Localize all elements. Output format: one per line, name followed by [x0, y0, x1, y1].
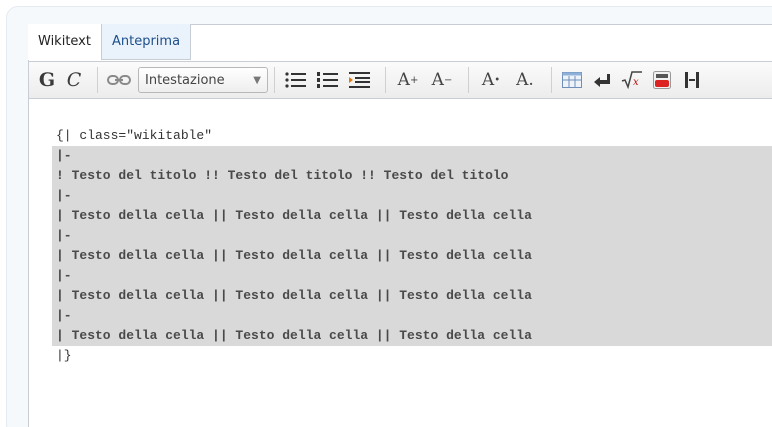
code-line-text: {| class="wikitable" — [56, 128, 213, 143]
numbered-list-icon — [317, 72, 338, 88]
subscript-button[interactable]: A. — [511, 66, 539, 94]
toolbar-divider — [274, 67, 275, 93]
bulleted-list-icon — [285, 72, 306, 88]
indent-icon — [349, 72, 370, 88]
numbered-list-button[interactable] — [315, 66, 341, 94]
table-icon — [562, 72, 582, 88]
column-icon — [685, 72, 699, 88]
newline-icon — [594, 74, 610, 87]
toolbar-divider — [468, 67, 469, 93]
indent-button[interactable] — [347, 66, 373, 94]
code-line: ! Testo del titolo !! Testo del titolo !… — [52, 166, 772, 186]
code-line: |} — [52, 346, 772, 366]
minus-icon: − — [443, 74, 453, 86]
font-smaller-button[interactable]: A − — [428, 66, 456, 94]
superscript-label: A — [481, 70, 495, 90]
heading-select-value: Intestazione — [145, 72, 225, 88]
font-bigger-label: A — [397, 70, 410, 90]
code-line: |- — [52, 306, 772, 326]
font-bigger-button[interactable]: A + — [394, 66, 422, 94]
code-line: |- — [52, 226, 772, 246]
link-button[interactable] — [106, 66, 132, 94]
chevron-down-icon: ▼ — [253, 74, 261, 86]
italic-button[interactable]: C — [63, 66, 85, 94]
superscript-button[interactable]: A • — [477, 66, 505, 94]
code-line: | Testo della cella || Testo della cella… — [52, 286, 772, 306]
youtube-button[interactable] — [650, 66, 674, 94]
plus-icon: + — [409, 74, 419, 86]
bold-button[interactable]: G — [37, 66, 57, 94]
code-line: | Testo della cella || Testo della cella… — [52, 326, 772, 346]
code-line-text: | Testo della cella || Testo della cella… — [56, 328, 532, 343]
code-line-text: |- — [56, 148, 72, 163]
youtube-icon — [653, 71, 671, 89]
code-line: |- — [52, 186, 772, 206]
superscript-dot-icon: • — [494, 74, 501, 86]
bulleted-list-button[interactable] — [283, 66, 309, 94]
code-line-text: |- — [56, 188, 72, 203]
tab-wikitext[interactable]: Wikitext — [28, 24, 102, 60]
font-smaller-label: A — [431, 70, 444, 90]
code-line-text: | Testo della cella || Testo della cella… — [56, 208, 532, 223]
code-line-text: | Testo della cella || Testo della cella… — [56, 288, 532, 303]
code-line-text: |- — [56, 268, 72, 283]
code-line-text: |} — [56, 348, 72, 363]
toolbar-divider — [385, 67, 386, 93]
toolbar-divider — [97, 67, 98, 93]
code-line-text: |- — [56, 228, 72, 243]
code-line-text: |- — [56, 308, 72, 323]
heading-select[interactable]: Intestazione ▼ — [138, 67, 268, 93]
editor-toolbar: G C Intestazione ▼ A + A − A • A. x — [29, 61, 772, 99]
code-line-text: ! Testo del titolo !! Testo del titolo !… — [56, 168, 509, 183]
code-line: |- — [52, 266, 772, 286]
link-icon — [107, 75, 131, 85]
math-formula-button[interactable]: x — [620, 66, 644, 94]
column-button[interactable] — [680, 66, 704, 94]
tab-anteprima[interactable]: Anteprima — [101, 24, 192, 60]
editor-tabs: Wikitext Anteprima — [28, 24, 192, 60]
code-area[interactable]: {| class="wikitable" |- ! Testo del titolo… — [52, 126, 772, 366]
newline-button[interactable] — [590, 66, 614, 94]
table-button[interactable] — [560, 66, 584, 94]
code-line: | Testo della cella || Testo della cella… — [52, 206, 772, 226]
toolbar-divider — [551, 67, 552, 93]
square-root-icon: x — [621, 71, 642, 89]
code-line: |- — [52, 146, 772, 166]
code-line-text: | Testo della cella || Testo della cella… — [56, 248, 532, 263]
svg-text:x: x — [633, 77, 639, 88]
code-line: {| class="wikitable" — [52, 126, 772, 146]
code-line: | Testo della cella || Testo della cella… — [52, 246, 772, 266]
